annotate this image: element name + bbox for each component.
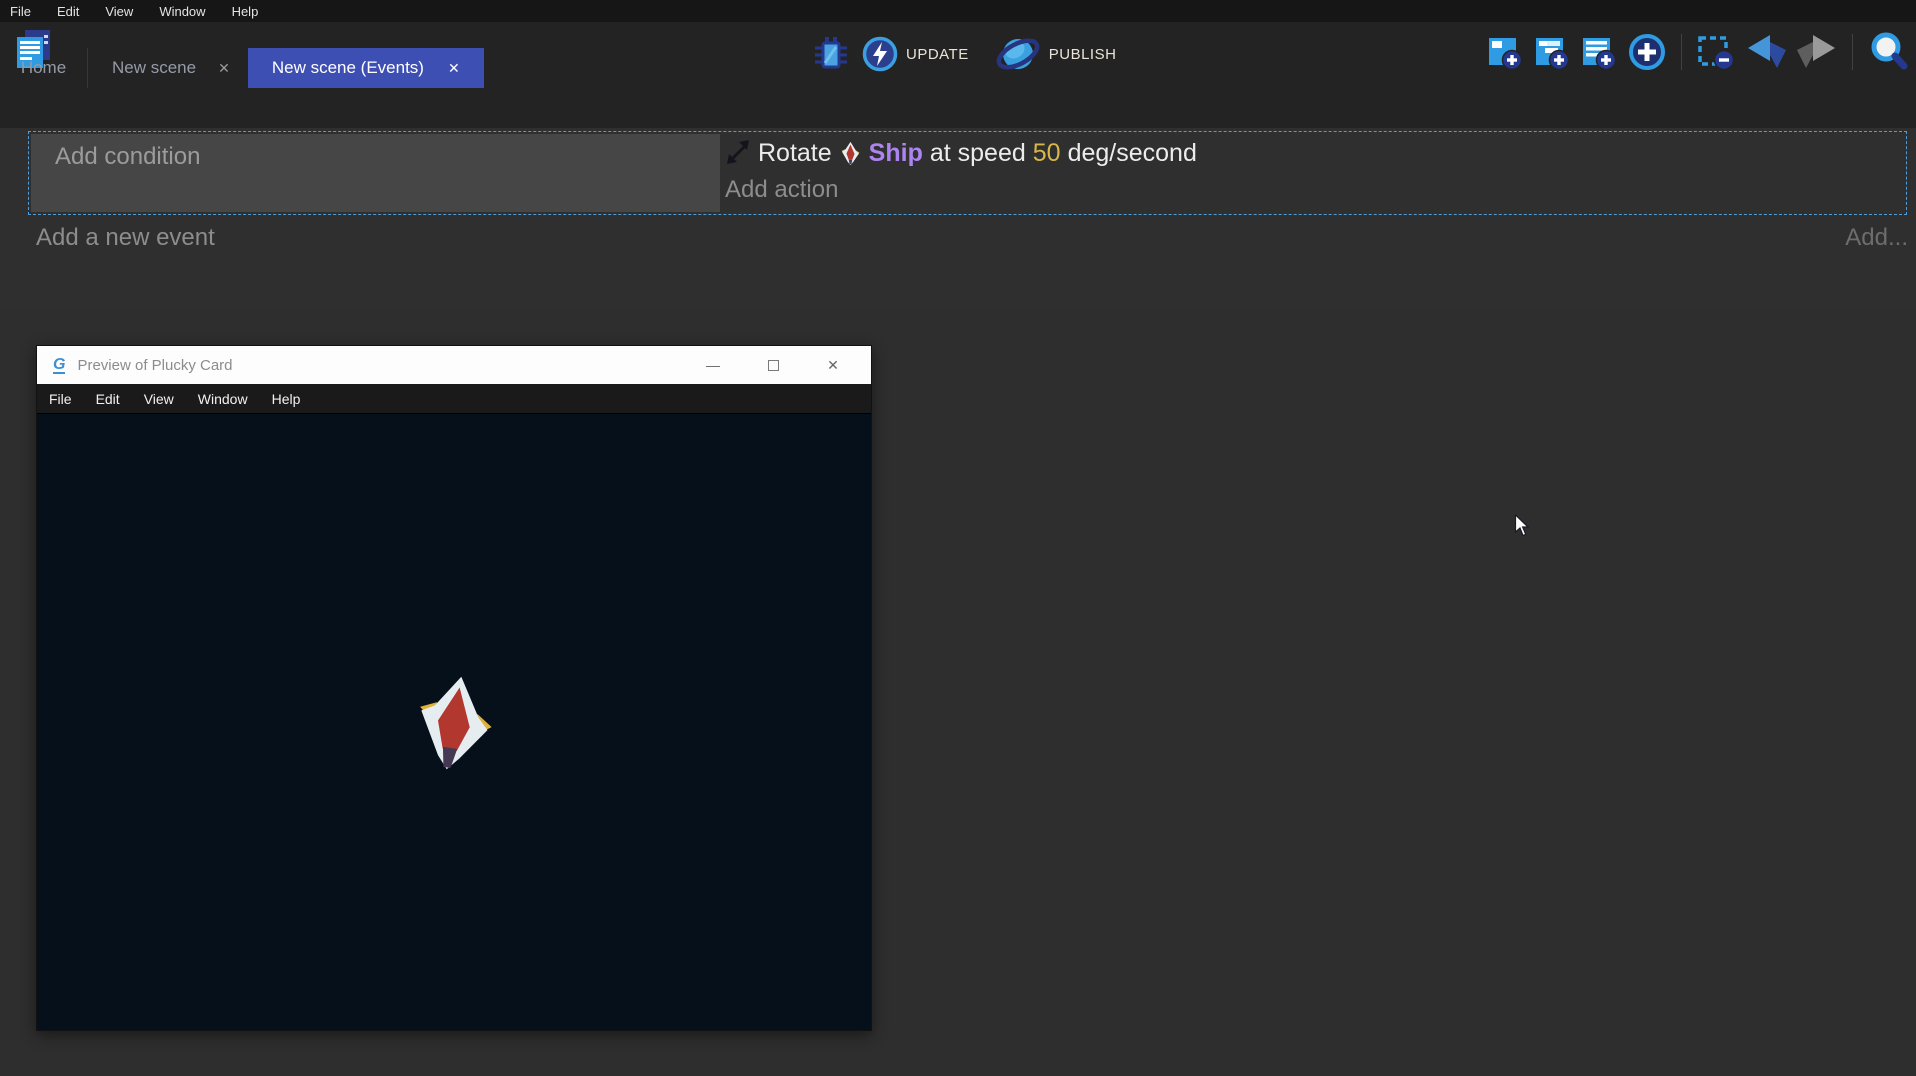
add-comment-icon [1581, 34, 1617, 70]
publish-sphere-icon [995, 33, 1041, 75]
maximize-button[interactable] [765, 357, 781, 373]
event-row-selected[interactable]: Add condition Rotate [28, 131, 1907, 215]
undo-arrow-icon [1746, 34, 1786, 70]
action-value: 50 [1033, 139, 1061, 168]
add-action-placeholder[interactable]: Add action [725, 173, 1903, 211]
debug-bug-icon [812, 33, 850, 75]
main-toolbar: UPDATE PUBLISH [0, 22, 1916, 88]
preview-menu-help[interactable]: Help [272, 391, 301, 407]
dashed-square-minus-icon [1697, 33, 1735, 71]
action-text-prefix: Rotate [758, 139, 832, 168]
preview-menu-edit[interactable]: Edit [96, 391, 120, 407]
publish-button[interactable]: PUBLISH [995, 33, 1117, 75]
search-button[interactable] [1868, 31, 1910, 73]
preview-titlebar[interactable]: G Preview of Plucky Card — ✕ [37, 346, 871, 384]
add-new-event-placeholder[interactable]: Add a new event [36, 224, 215, 252]
mouse-cursor [1514, 514, 1531, 537]
header: UPDATE PUBLISH [0, 22, 1916, 128]
tab-bar: Home New scene ✕ New scene (Events) ✕ [0, 48, 484, 88]
game-canvas[interactable] [37, 413, 871, 1030]
menu-window[interactable]: Window [159, 4, 205, 19]
add-other-event-button[interactable] [1628, 33, 1666, 71]
minimize-button[interactable]: — [705, 357, 721, 373]
menu-edit[interactable]: Edit [57, 4, 79, 19]
gdevelop-logo-icon: G [53, 357, 65, 374]
tab-label: New scene [112, 58, 196, 78]
action-rotate[interactable]: Rotate Ship at speed 50 deg/second [725, 133, 1903, 173]
conditions-cell[interactable]: Add condition [31, 134, 720, 212]
tab-label: New scene (Events) [272, 58, 424, 78]
preview-window: G Preview of Plucky Card — ✕ File Edit V… [36, 345, 872, 1031]
circle-plus-icon [1628, 33, 1666, 71]
add-subevent-icon [1534, 34, 1570, 70]
actions-cell: Rotate Ship at speed 50 deg/second Add a… [725, 133, 1903, 211]
preview-menu-window[interactable]: Window [198, 391, 248, 407]
ship-sprite [402, 666, 507, 781]
close-button[interactable]: ✕ [825, 357, 841, 373]
toolbar-center: UPDATE PUBLISH [812, 28, 1116, 80]
redo-arrow-icon [1797, 34, 1837, 70]
update-button[interactable]: UPDATE [862, 36, 969, 72]
close-tab-icon[interactable]: ✕ [218, 60, 230, 77]
add-event-icon [1487, 34, 1523, 70]
preview-menu-view[interactable]: View [144, 391, 174, 407]
preview-menu-file[interactable]: File [49, 391, 72, 407]
add-condition-placeholder[interactable]: Add condition [31, 134, 720, 171]
update-lightning-icon [862, 36, 898, 72]
publish-label: PUBLISH [1049, 46, 1117, 63]
tab-new-scene[interactable]: New scene ✕ [88, 48, 248, 88]
undo-button[interactable] [1746, 34, 1786, 70]
search-icon [1868, 31, 1910, 73]
preview-window-title: Preview of Plucky Card [77, 357, 232, 374]
maximize-icon [768, 360, 779, 371]
menu-view[interactable]: View [105, 4, 133, 19]
tab-new-scene-events[interactable]: New scene (Events) ✕ [248, 48, 484, 88]
add-more-button[interactable]: Add... [1845, 224, 1908, 252]
rotate-arrows-icon [725, 139, 751, 167]
action-text-suffix: deg/second [1068, 139, 1197, 168]
clear-selection-button[interactable] [1697, 33, 1735, 71]
redo-button[interactable] [1797, 34, 1837, 70]
tab-home[interactable]: Home [0, 48, 88, 88]
close-tab-icon[interactable]: ✕ [448, 60, 460, 77]
toolbar-separator [1852, 34, 1853, 70]
preview-menubar: File Edit View Window Help [37, 384, 871, 413]
app-menubar: File Edit View Window Help [0, 0, 1916, 22]
add-comment-button[interactable] [1581, 34, 1617, 70]
action-object-name: Ship [869, 139, 923, 168]
menu-file[interactable]: File [10, 4, 31, 19]
window-controls: — ✕ [705, 357, 855, 373]
toolbar-right [1487, 30, 1910, 74]
add-subevent-button[interactable] [1534, 34, 1570, 70]
ship-object-icon [839, 141, 862, 166]
action-text-middle: at speed [930, 139, 1026, 168]
tab-label: Home [21, 58, 66, 78]
events-sheet: Add condition Rotate [0, 128, 1916, 308]
menu-help[interactable]: Help [232, 4, 259, 19]
update-label: UPDATE [906, 46, 969, 63]
add-event-row: Add a new event Add... [36, 224, 1908, 252]
toolbar-separator [1681, 34, 1682, 70]
add-event-button[interactable] [1487, 34, 1523, 70]
debug-button[interactable] [812, 33, 850, 75]
